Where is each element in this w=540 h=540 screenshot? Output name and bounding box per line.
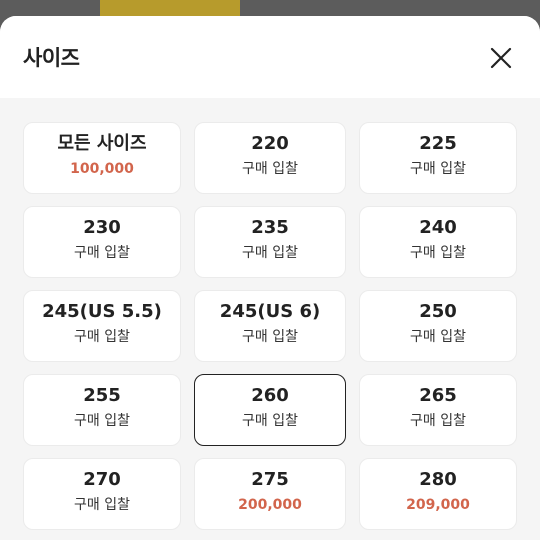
size-price: 209,000: [406, 497, 470, 513]
size-option-12[interactable]: 270 구매 입찰: [23, 458, 181, 530]
size-option-14[interactable]: 280 209,000: [359, 458, 517, 530]
size-label: 245(US 6): [219, 301, 321, 322]
bid-label: 구매 입찰: [410, 161, 466, 177]
size-option-7[interactable]: 245(US 6) 구매 입찰: [194, 290, 346, 362]
size-price: 200,000: [238, 497, 302, 513]
size-label: 260: [251, 385, 289, 406]
size-option-11[interactable]: 265 구매 입찰: [359, 374, 517, 446]
bid-label: 구매 입찰: [410, 245, 466, 261]
size-option-1[interactable]: 220 구매 입찰: [194, 122, 346, 194]
size-label: 220: [251, 133, 289, 154]
size-label: 250: [419, 301, 457, 322]
size-label: 255: [83, 385, 121, 406]
size-option-8[interactable]: 250 구매 입찰: [359, 290, 517, 362]
bid-label: 구매 입찰: [74, 329, 130, 345]
size-option-4[interactable]: 235 구매 입찰: [194, 206, 346, 278]
size-label: 240: [419, 217, 457, 238]
size-option-0[interactable]: 모든 사이즈 100,000: [23, 122, 181, 194]
bid-label: 구매 입찰: [410, 413, 466, 429]
bid-label: 구매 입찰: [242, 161, 298, 177]
size-label: 270: [83, 469, 121, 490]
size-option-2[interactable]: 225 구매 입찰: [359, 122, 517, 194]
size-label: 275: [251, 469, 289, 490]
size-label: 245(US 5.5): [42, 301, 162, 322]
size-option-10[interactable]: 260 구매 입찰: [194, 374, 346, 446]
size-options-area: 모든 사이즈 100,000 220 구매 입찰 225 구매 입찰 230 구매 입찰 235…: [0, 98, 540, 540]
bid-label: 구매 입찰: [242, 329, 298, 345]
sheet-header: 사이즈: [0, 16, 540, 98]
size-label: 280: [419, 469, 457, 490]
size-grid: 모든 사이즈 100,000 220 구매 입찰 225 구매 입찰 230 구매 입찰 235…: [0, 98, 540, 540]
size-option-3[interactable]: 230 구매 입찰: [23, 206, 181, 278]
bid-label: 구매 입찰: [74, 497, 130, 513]
size-label: 모든 사이즈: [57, 133, 147, 154]
bid-label: 구매 입찰: [242, 413, 298, 429]
size-option-13[interactable]: 275 200,000: [194, 458, 346, 530]
bid-label: 구매 입찰: [410, 329, 466, 345]
product-image-peek: [100, 0, 240, 16]
bid-label: 구매 입찰: [74, 413, 130, 429]
size-label: 235: [251, 217, 289, 238]
sheet-title: 사이즈: [23, 46, 80, 70]
size-label: 230: [83, 217, 121, 238]
size-price: 100,000: [70, 161, 134, 177]
size-option-5[interactable]: 240 구매 입찰: [359, 206, 517, 278]
size-option-9[interactable]: 255 구매 입찰: [23, 374, 181, 446]
bid-label: 구매 입찰: [242, 245, 298, 261]
size-label: 265: [419, 385, 457, 406]
size-bottom-sheet: 사이즈 모든 사이즈 100,000 220 구매 입찰 225 구매 입찰 230 구매 입…: [0, 16, 540, 540]
close-x-icon: [490, 47, 512, 69]
size-label: 225: [419, 133, 457, 154]
close-button[interactable]: [486, 43, 516, 73]
bid-label: 구매 입찰: [74, 245, 130, 261]
size-option-6[interactable]: 245(US 5.5) 구매 입찰: [23, 290, 181, 362]
